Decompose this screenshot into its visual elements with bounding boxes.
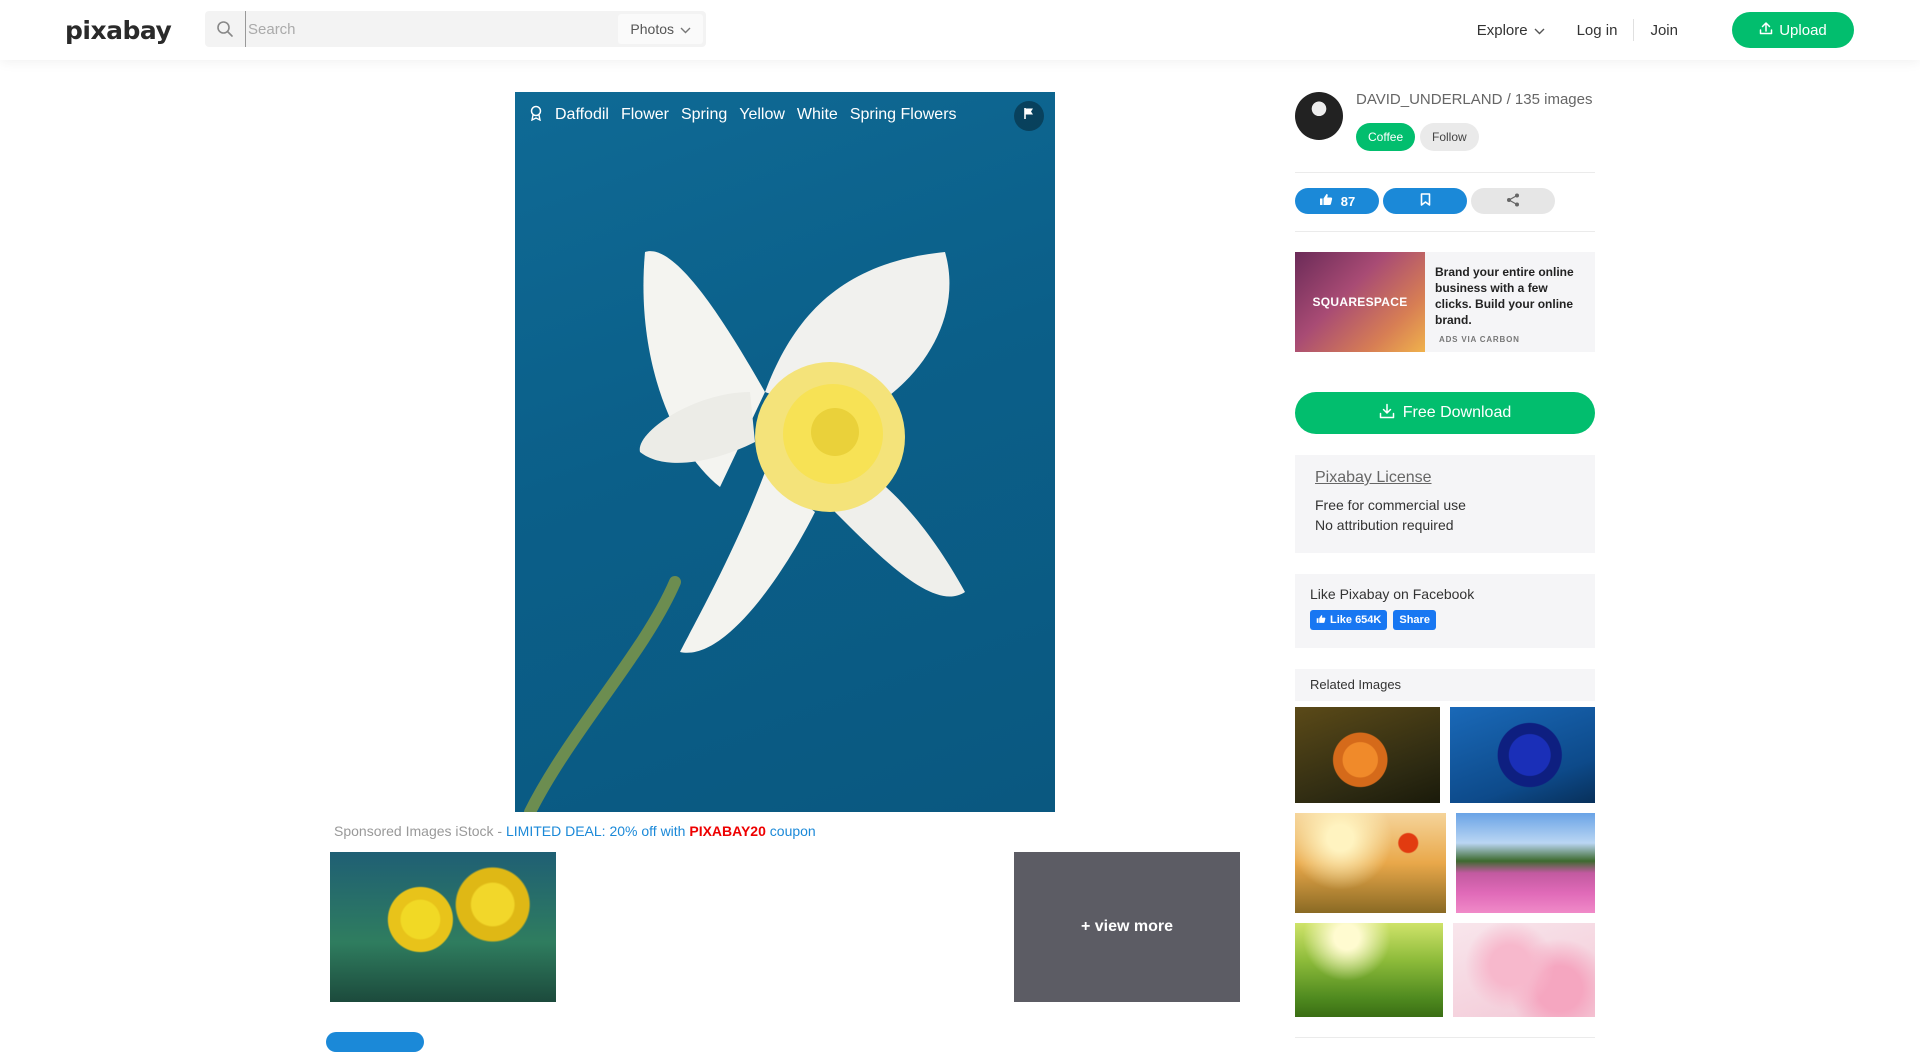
facebook-like-button[interactable]: Like 654K — [1310, 610, 1388, 630]
tags-bar: Daffodil Flower Spring Yellow White Spri… — [515, 92, 1055, 138]
explore-menu[interactable]: Explore — [1461, 22, 1561, 39]
bookmark-button[interactable] — [1383, 188, 1467, 214]
award-icon — [529, 105, 543, 126]
related-image-poppy-field[interactable] — [1295, 813, 1446, 913]
related-image-blue-rose[interactable] — [1450, 707, 1595, 803]
explore-label: Explore — [1476, 21, 1528, 39]
share-button[interactable] — [1471, 188, 1555, 214]
tag-yellow[interactable]: Yellow — [739, 106, 785, 124]
upload-label: Upload — [1779, 21, 1827, 39]
bookmark-icon — [1420, 193, 1431, 209]
facebook-like-label: Like 654K — [1330, 614, 1382, 626]
report-flag-button[interactable] — [1014, 101, 1044, 131]
upload-icon — [1759, 21, 1773, 39]
free-download-button[interactable]: Free Download — [1295, 392, 1595, 434]
related-image-flower-field[interactable] — [1456, 813, 1595, 913]
thumbs-up-icon — [1316, 614, 1326, 627]
ad-image[interactable]: SQUARESPACE — [1295, 252, 1425, 352]
related-image-meadow[interactable] — [1295, 923, 1443, 1017]
ad-copy[interactable]: Brand your entire online business with a… — [1435, 264, 1585, 328]
chevron-down-icon — [680, 21, 691, 37]
tag-spring[interactable]: Spring — [681, 106, 727, 124]
main-photo[interactable]: Daffodil Flower Spring Yellow White Spri… — [515, 92, 1055, 812]
pixabay-logo[interactable]: pixabay — [65, 16, 172, 45]
tag-white[interactable]: White — [797, 106, 838, 124]
facebook-title: Like Pixabay on Facebook — [1310, 586, 1475, 602]
login-link[interactable]: Log in — [1561, 22, 1634, 39]
follow-button[interactable]: Follow — [1420, 123, 1479, 151]
like-count: 87 — [1340, 193, 1356, 209]
chevron-down-icon — [1534, 22, 1545, 39]
tag-flower[interactable]: Flower — [621, 106, 669, 124]
download-label: Free Download — [1402, 404, 1512, 421]
tag-daffodil[interactable]: Daffodil — [555, 106, 609, 124]
tag-spring-flowers[interactable]: Spring Flowers — [850, 106, 957, 124]
daffodil-illustration — [524, 251, 965, 812]
media-type-label: Photos — [630, 21, 674, 37]
search-bar: Photos — [205, 11, 706, 47]
thumbs-up-icon — [1319, 193, 1333, 209]
sponsored-deal-link[interactable]: LIMITED DEAL: 20% off with — [506, 823, 689, 839]
sponsored-coupon-link[interactable]: coupon — [766, 823, 816, 839]
top-navigation-bar: pixabay Photos Explore Log in Join Uploa… — [0, 0, 1920, 60]
sponsored-image-daffodils[interactable] — [330, 852, 556, 1002]
facebook-buttons: Like 654K Share — [1310, 610, 1580, 630]
license-box: Pixabay License Free for commercial use … — [1295, 455, 1595, 553]
nav-right: Explore Log in Join Upload — [1461, 0, 1920, 60]
author-avatar[interactable] — [1295, 92, 1343, 140]
license-commercial: Free for commercial use — [1315, 497, 1466, 513]
coupon-code[interactable]: PIXABAY20 — [689, 823, 766, 839]
like-button[interactable]: 87 — [1295, 188, 1379, 214]
ad-brand: SQUARESPACE — [1312, 295, 1408, 309]
download-icon — [1379, 403, 1395, 424]
ads-via-carbon[interactable]: ADS VIA CARBON — [1439, 335, 1520, 344]
facebook-share-button[interactable]: Share — [1393, 610, 1436, 630]
sidebar-divider — [1295, 231, 1595, 232]
license-attribution: No attribution required — [1315, 517, 1454, 533]
ad-text: Brand your entire online business with a… — [1425, 252, 1595, 352]
share-icon — [1506, 193, 1520, 210]
flag-icon — [1023, 107, 1035, 125]
sidebar-divider — [1295, 1037, 1595, 1038]
search-input[interactable] — [245, 11, 619, 47]
related-images-header: Related Images — [1295, 669, 1595, 701]
author-name[interactable]: DAVID_UNDERLAND / 135 images — [1356, 91, 1592, 108]
facebook-box: Like Pixabay on Facebook Like 654K Share — [1295, 574, 1595, 648]
license-link[interactable]: Pixabay License — [1315, 469, 1575, 487]
related-image-orange-flowers[interactable] — [1295, 707, 1440, 803]
partial-blue-button[interactable] — [326, 1032, 424, 1052]
sponsored-prefix: Sponsored Images iStock - — [334, 823, 506, 839]
related-image-cherry-blossom[interactable] — [1453, 923, 1595, 1017]
media-type-dropdown[interactable]: Photos — [618, 14, 703, 44]
sidebar-divider — [1295, 172, 1595, 173]
search-icon[interactable] — [205, 11, 245, 47]
join-link[interactable]: Join — [1634, 22, 1694, 39]
view-more-button[interactable]: + view more — [1014, 852, 1240, 1002]
coffee-button[interactable]: Coffee — [1356, 123, 1416, 151]
upload-button[interactable]: Upload — [1732, 12, 1854, 48]
sponsored-line: Sponsored Images iStock - LIMITED DEAL: … — [334, 823, 816, 839]
carbon-ad[interactable]: SQUARESPACE Brand your entire online bus… — [1295, 252, 1595, 352]
